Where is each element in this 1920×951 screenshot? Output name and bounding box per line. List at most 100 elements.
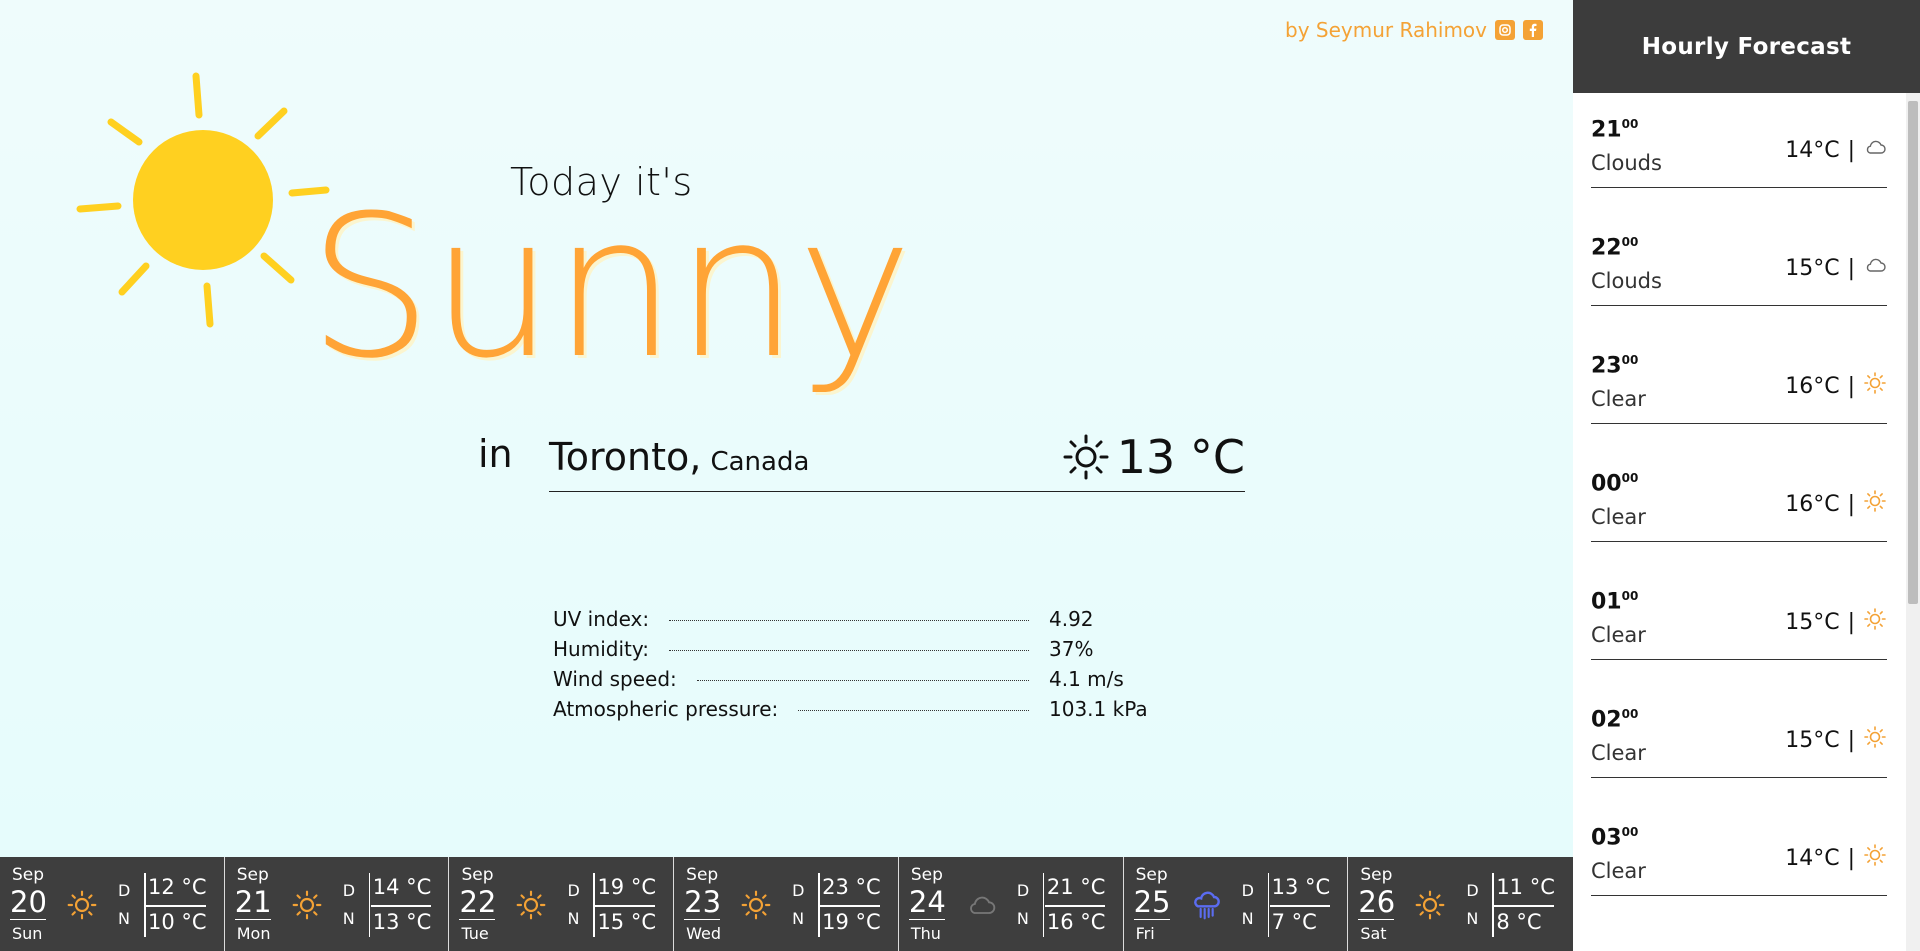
hour-description: Clear bbox=[1591, 623, 1646, 647]
day-month: Sep bbox=[461, 865, 494, 885]
cloud-icon bbox=[1863, 253, 1887, 283]
day-forecast[interactable]: Sep 25 Fri D N 13 °C 7 °C bbox=[1124, 857, 1349, 951]
night-temperature: 8 °C bbox=[1496, 910, 1542, 934]
day-label: D bbox=[1241, 881, 1254, 900]
night-label: N bbox=[118, 909, 130, 928]
country-name: Canada bbox=[710, 446, 810, 477]
sun-icon bbox=[1863, 607, 1887, 637]
hour-time: 0200 bbox=[1591, 707, 1639, 733]
current-temperature-value: 13 °C bbox=[1116, 429, 1245, 484]
day-weekday: Thu bbox=[910, 924, 941, 943]
hour-description: Clear bbox=[1591, 859, 1646, 883]
stat-value: 4.1 m/s bbox=[1049, 667, 1124, 691]
author-credit: by Seymur Rahimov bbox=[1285, 18, 1543, 42]
separator: | bbox=[1847, 845, 1855, 871]
dotted-leader bbox=[696, 680, 1029, 681]
sun-icon bbox=[1063, 434, 1109, 479]
hour-temp-group: 16°C | bbox=[1785, 371, 1887, 401]
day-label: D bbox=[1016, 881, 1030, 900]
day-forecast[interactable]: Sep 20 Sun D N 12 °C 10 °C bbox=[0, 857, 225, 951]
day-date: 26 bbox=[1358, 885, 1396, 920]
day-night-temps: D N 13 °C 7 °C bbox=[1240, 873, 1330, 937]
instagram-icon[interactable] bbox=[1495, 20, 1515, 40]
night-label: N bbox=[1466, 909, 1479, 928]
day-forecast[interactable]: Sep 23 Wed D N 23 °C 19 °C bbox=[674, 857, 899, 951]
hour-item[interactable]: 2100 Clouds 14°C | bbox=[1591, 93, 1887, 188]
day-forecast[interactable]: Sep 26 Sat D N 11 °C 8 °C bbox=[1348, 857, 1573, 951]
night-temperature: 19 °C bbox=[822, 910, 881, 934]
stat-label: Humidity: bbox=[553, 637, 649, 661]
stat-label: Atmospheric pressure: bbox=[553, 697, 779, 721]
sun-icon bbox=[740, 889, 772, 921]
hour-item[interactable]: 0300 Clear 14°C | bbox=[1591, 801, 1887, 896]
sun-illustration-icon bbox=[76, 72, 330, 328]
separator: | bbox=[1847, 609, 1855, 635]
sun-icon bbox=[1863, 371, 1887, 401]
night-temperature: 13 °C bbox=[372, 910, 432, 934]
hour-temperature: 14°C bbox=[1785, 845, 1840, 871]
hour-temperature: 16°C bbox=[1785, 373, 1840, 399]
stat-humidity: Humidity: 37% bbox=[553, 637, 1145, 667]
sidebar-title: Hourly Forecast bbox=[1573, 0, 1920, 93]
dotted-leader bbox=[798, 710, 1029, 711]
hour-temp-group: 15°C | bbox=[1785, 253, 1887, 283]
day-date: 20 bbox=[10, 885, 47, 920]
night-temperature: 10 °C bbox=[148, 910, 207, 934]
hour-item[interactable]: 0200 Clear 15°C | bbox=[1591, 683, 1887, 778]
day-weekday: Wed bbox=[686, 924, 722, 943]
day-month: Sep bbox=[12, 865, 45, 885]
dotted-leader bbox=[669, 620, 1029, 621]
author-name[interactable]: by Seymur Rahimov bbox=[1285, 18, 1487, 42]
day-weekday: Tue bbox=[461, 924, 489, 943]
hour-item[interactable]: 2200 Clouds 15°C | bbox=[1591, 211, 1887, 306]
sun-icon bbox=[1863, 489, 1887, 519]
hour-description: Clouds bbox=[1591, 269, 1662, 293]
sidebar-scrollbar[interactable] bbox=[1906, 93, 1920, 951]
night-label: N bbox=[1016, 909, 1029, 928]
day-temperature: 14 °C bbox=[372, 875, 432, 899]
facebook-icon[interactable] bbox=[1523, 20, 1543, 40]
separator: | bbox=[1847, 137, 1855, 163]
day-forecast[interactable]: Sep 24 Thu D N 21 °C 16 °C bbox=[899, 857, 1124, 951]
day-temperature: 12 °C bbox=[148, 875, 207, 899]
cloud-icon bbox=[1863, 135, 1887, 165]
day-date: 23 bbox=[684, 885, 722, 920]
night-temperature: 7 °C bbox=[1271, 910, 1317, 934]
day-month: Sep bbox=[1360, 865, 1393, 885]
day-night-temps: D N 23 °C 19 °C bbox=[790, 873, 881, 937]
scrollbar-thumb[interactable] bbox=[1908, 101, 1918, 604]
hour-item[interactable]: 2300 Clear 16°C | bbox=[1591, 329, 1887, 424]
day-forecast[interactable]: Sep 22 Tue D N 19 °C 15 °C bbox=[449, 857, 675, 951]
day-month: Sep bbox=[1135, 865, 1168, 885]
hour-temperature: 14°C bbox=[1785, 137, 1840, 163]
day-temperature: 11 °C bbox=[1496, 875, 1555, 899]
day-label: D bbox=[567, 881, 580, 900]
hour-item[interactable]: 0100 Clear 15°C | bbox=[1591, 565, 1887, 660]
sun-icon bbox=[1863, 725, 1887, 755]
hour-time: 2300 bbox=[1591, 353, 1639, 379]
day-date: 22 bbox=[459, 885, 497, 920]
day-weekday: Mon bbox=[236, 924, 271, 943]
day-date: 21 bbox=[234, 885, 272, 920]
daily-forecast-bar: Sep 20 Sun D N 12 °C 10 °C Sep 21 Mon D … bbox=[0, 857, 1573, 951]
hour-temp-group: 14°C | bbox=[1785, 135, 1887, 165]
hour-item[interactable]: 0000 Clear 16°C | bbox=[1591, 447, 1887, 542]
day-temperature: 13 °C bbox=[1271, 875, 1331, 899]
stat-label: UV index: bbox=[553, 607, 650, 631]
dotted-leader bbox=[668, 650, 1029, 651]
day-night-temps: D N 12 °C 10 °C bbox=[116, 873, 207, 937]
in-label: in bbox=[478, 432, 513, 476]
day-forecast[interactable]: Sep 21 Mon D N 14 °C 13 °C bbox=[225, 857, 450, 951]
day-temperature: 19 °C bbox=[597, 875, 656, 899]
night-label: N bbox=[342, 909, 355, 928]
day-night-temps: D N 21 °C 16 °C bbox=[1015, 873, 1105, 937]
night-temperature: 15 °C bbox=[597, 910, 656, 934]
divider bbox=[1269, 905, 1330, 907]
hour-time: 0300 bbox=[1591, 825, 1639, 851]
separator: | bbox=[1847, 255, 1855, 281]
day-date: 25 bbox=[1133, 885, 1171, 920]
hour-temperature: 16°C bbox=[1785, 491, 1840, 517]
day-month: Sep bbox=[910, 865, 943, 885]
day-weekday: Fri bbox=[1135, 924, 1155, 943]
cloud-icon bbox=[965, 889, 997, 921]
